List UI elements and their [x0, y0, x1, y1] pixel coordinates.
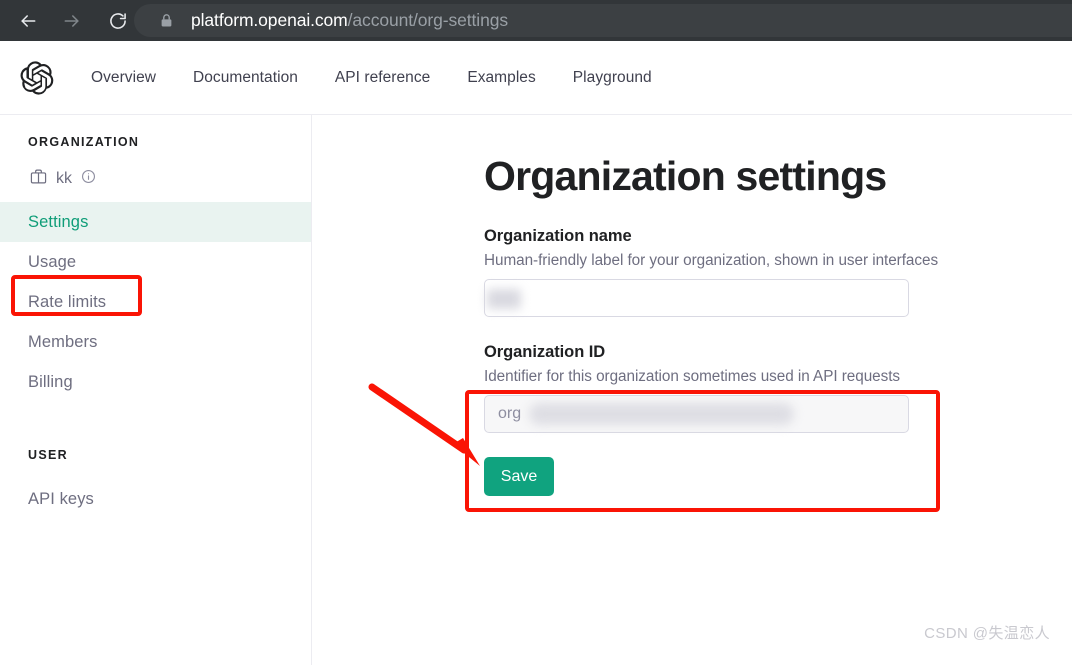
info-circle-icon[interactable] — [81, 169, 96, 189]
nav-link-api-reference[interactable]: API reference — [335, 69, 430, 87]
org-name-help-text: Human-friendly label for your organizati… — [484, 252, 939, 269]
sidebar-item-label: Settings — [28, 212, 89, 231]
org-id-value: org — [498, 405, 522, 422]
sidebar-heading-organization: ORGANIZATION — [28, 135, 140, 149]
reload-icon — [110, 12, 126, 29]
nav-link-overview[interactable]: Overview — [91, 69, 156, 87]
openai-knot-glyph — [20, 60, 54, 95]
org-name-label: Organization name — [484, 227, 632, 245]
org-id-label: Organization ID — [484, 343, 606, 361]
sidebar-item-api-keys[interactable]: API keys — [0, 479, 311, 519]
url-domain: platform.openai.com — [191, 10, 348, 30]
address-bar[interactable]: platform.openai.com/account/org-settings — [134, 4, 1072, 37]
nav-link-documentation[interactable]: Documentation — [193, 69, 298, 87]
content-area: ORGANIZATION kk Settings Usage Rate limi… — [0, 115, 1072, 665]
sidebar-item-label: Billing — [28, 372, 73, 391]
building-icon — [30, 168, 47, 190]
sidebar-item-members[interactable]: Members — [0, 322, 311, 362]
primary-nav: Overview Documentation API reference Exa… — [91, 69, 652, 87]
sidebar-item-billing[interactable]: Billing — [0, 362, 311, 402]
org-id-help-text: Identifier for this organization sometim… — [484, 368, 901, 385]
arrow-left-icon — [21, 14, 36, 27]
address-bar-url: platform.openai.com/account/org-settings — [191, 10, 508, 31]
browser-toolbar: platform.openai.com/account/org-settings — [0, 0, 1072, 41]
sidebar-org-chip[interactable]: kk — [0, 166, 311, 192]
org-id-input[interactable]: org — [484, 395, 909, 433]
sidebar-item-label: Rate limits — [28, 292, 107, 311]
org-id-field-group: Organization ID Identifier for this orga… — [484, 343, 1072, 433]
sidebar-org-name: kk — [56, 170, 72, 187]
watermark: CSDN @失温恋人 — [924, 625, 1050, 642]
redaction-blur — [529, 403, 794, 425]
sidebar-item-label: Usage — [28, 252, 77, 271]
org-name-input[interactable] — [484, 279, 909, 317]
sidebar-item-usage[interactable]: Usage — [0, 242, 311, 282]
openai-logo-icon[interactable] — [20, 60, 54, 95]
browser-back-button[interactable] — [12, 5, 44, 37]
sidebar-item-rate-limits[interactable]: Rate limits — [0, 282, 311, 322]
sidebar: ORGANIZATION kk Settings Usage Rate limi… — [0, 115, 312, 665]
page-title: Organization settings — [484, 153, 887, 199]
site-header: Overview Documentation API reference Exa… — [0, 41, 1072, 115]
main-content: Organization settings Organization name … — [312, 115, 1072, 665]
url-path: /account/org-settings — [347, 10, 509, 30]
browser-forward-button[interactable] — [56, 5, 88, 37]
lock-icon — [160, 13, 173, 28]
nav-link-playground[interactable]: Playground — [573, 69, 652, 87]
redaction-blur — [487, 289, 521, 309]
nav-link-examples[interactable]: Examples — [467, 69, 535, 87]
org-name-field-group: Organization name Human-friendly label f… — [484, 227, 1072, 317]
sidebar-item-label: API keys — [28, 489, 94, 508]
arrow-right-icon — [64, 14, 79, 27]
sidebar-item-label: Members — [28, 332, 98, 351]
browser-reload-button[interactable] — [102, 5, 134, 37]
save-button[interactable]: Save — [484, 457, 554, 496]
page-viewport: Overview Documentation API reference Exa… — [0, 41, 1072, 665]
sidebar-heading-user: USER — [28, 448, 68, 462]
sidebar-item-settings[interactable]: Settings — [0, 202, 311, 242]
